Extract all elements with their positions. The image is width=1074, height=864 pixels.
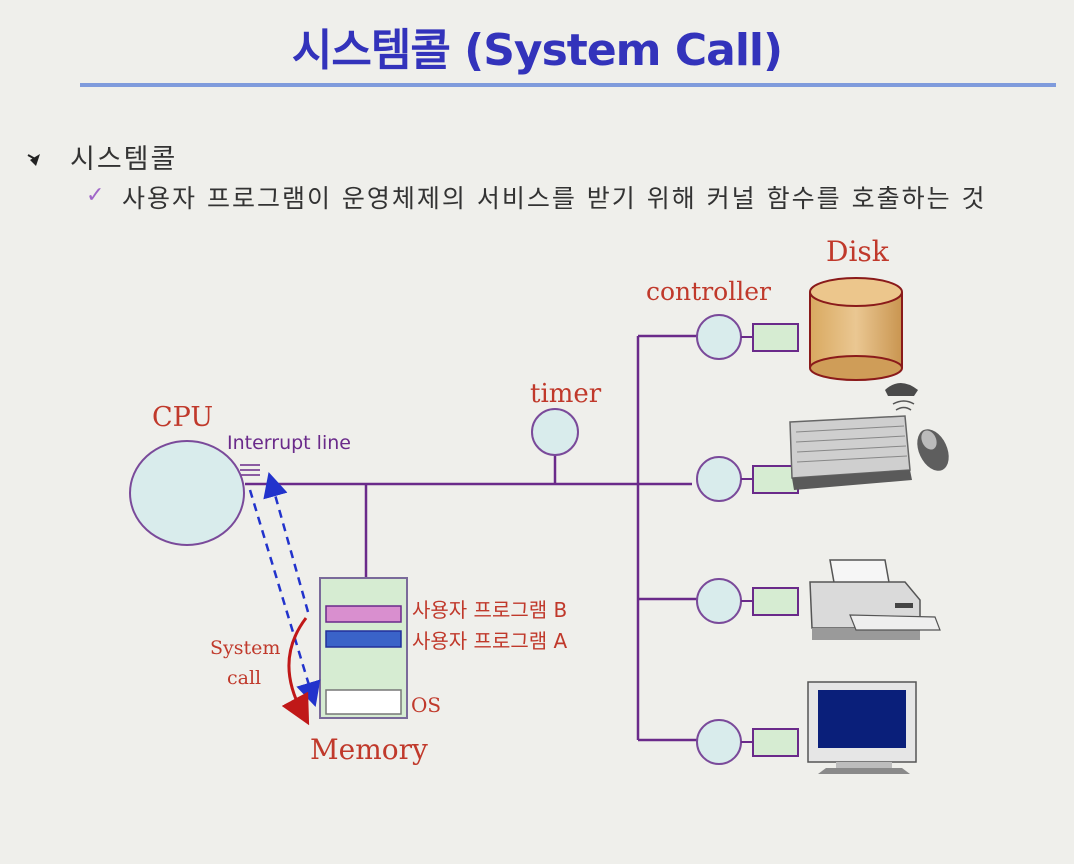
controller-keyboard: [696, 456, 799, 502]
timer-label: timer: [530, 379, 602, 409]
slide: 시스템콜 (System Call) 시스템콜 ✓ 사용자 프로그램이 운영체제…: [0, 0, 1074, 864]
memory-block: [319, 577, 408, 719]
system-bus: [245, 334, 697, 742]
os-label: OS: [411, 693, 441, 717]
monitor-icon: [807, 681, 917, 774]
controller-printer: [696, 578, 799, 624]
system-call-label-1: System: [210, 637, 280, 659]
keyboard-mouse-icon: [789, 383, 949, 490]
system-call-label-2: call: [227, 667, 261, 689]
interrupt-ticks: [240, 464, 260, 476]
system-call-diagram: CPU Interrupt line timer controller Disk…: [129, 235, 949, 774]
timer-circle: [531, 408, 579, 456]
controller-label: controller: [646, 277, 771, 306]
program-b-label: 사용자 프로그램 B: [412, 598, 567, 622]
printer-icon: [809, 559, 941, 640]
disk-icon: [809, 277, 903, 381]
program-a-label: 사용자 프로그램 A: [412, 629, 568, 653]
controller-disk: [696, 314, 799, 360]
program-a-block: [325, 630, 402, 648]
cpu-circle: [129, 440, 245, 546]
controller-monitor: [696, 719, 799, 765]
program-b-block: [325, 605, 402, 623]
memory-label: Memory: [310, 733, 428, 766]
interrupt-line-label: Interrupt line: [227, 432, 351, 454]
cpu-label: CPU: [152, 402, 213, 433]
dashed-arrow-up: [263, 471, 310, 613]
os-block: [325, 689, 402, 715]
disk-label: Disk: [826, 235, 890, 268]
